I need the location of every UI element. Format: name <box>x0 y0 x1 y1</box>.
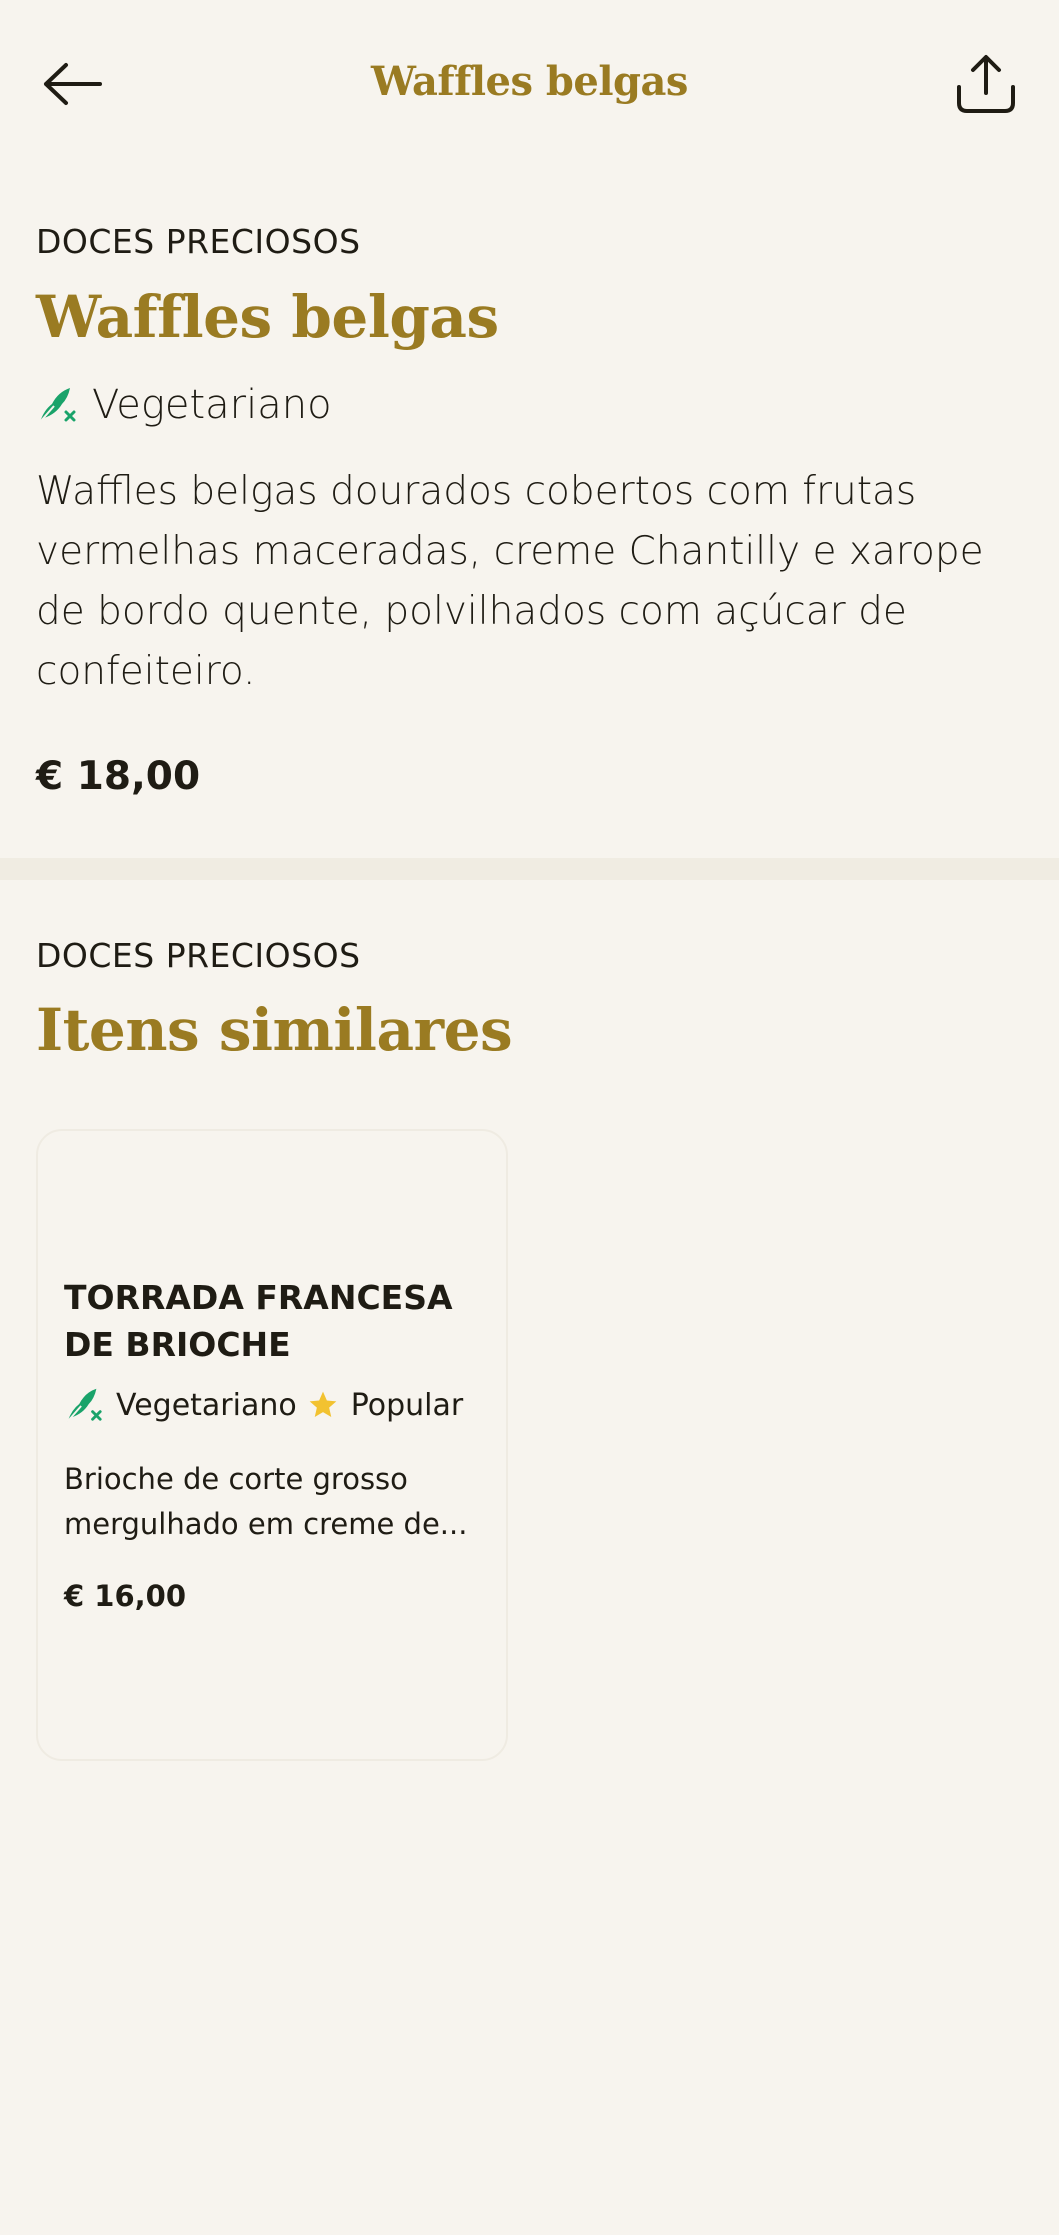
popular-label: Popular <box>350 1387 464 1423</box>
item-tags: Vegetariano <box>36 382 1026 428</box>
share-button[interactable] <box>950 48 1022 120</box>
section-divider <box>0 858 1059 880</box>
item-price: € 18,00 <box>36 754 201 799</box>
item-price-wrap: € 18,00 <box>36 754 1026 799</box>
page-title: Waffles belgas <box>371 58 688 105</box>
leaf-icon <box>36 384 78 426</box>
item-category: DOCES PRECIOSOS <box>36 222 361 261</box>
similar-category: DOCES PRECIOSOS <box>36 936 361 975</box>
similar-item-title: TORRADA FRANCESA DE BRIOCHE <box>64 1278 453 1364</box>
similar-category-wrap: DOCES PRECIOSOS <box>36 936 1026 975</box>
item-description-wrap: Waffles belgas dourados cobertos com fru… <box>36 462 1026 702</box>
item-name: Waffles belgas <box>36 283 499 351</box>
vegetarian-label: Vegetariano <box>116 1387 297 1423</box>
item-description: Waffles belgas dourados cobertos com fru… <box>36 469 984 694</box>
similar-item-tags: Vegetariano Popular <box>64 1385 463 1425</box>
top-bar: Waffles belgas <box>0 0 1059 170</box>
share-icon <box>957 55 1015 113</box>
similar-item-description: Brioche de corte grosso mergulhado em cr… <box>64 1462 468 1541</box>
leaf-icon <box>64 1385 104 1425</box>
similar-item-price: € 16,00 <box>64 1579 187 1613</box>
similar-item-card[interactable]: TORRADA FRANCESA DE BRIOCHE Vegetariano … <box>36 1129 508 1761</box>
similar-heading: Itens similares <box>36 996 513 1064</box>
similar-heading-wrap: Itens similares <box>36 996 1026 1064</box>
vegetarian-label: Vegetariano <box>92 382 332 428</box>
item-name-wrap: Waffles belgas <box>36 283 1026 351</box>
item-details: DOCES PRECIOSOS <box>36 222 1026 261</box>
star-icon <box>307 1389 339 1421</box>
